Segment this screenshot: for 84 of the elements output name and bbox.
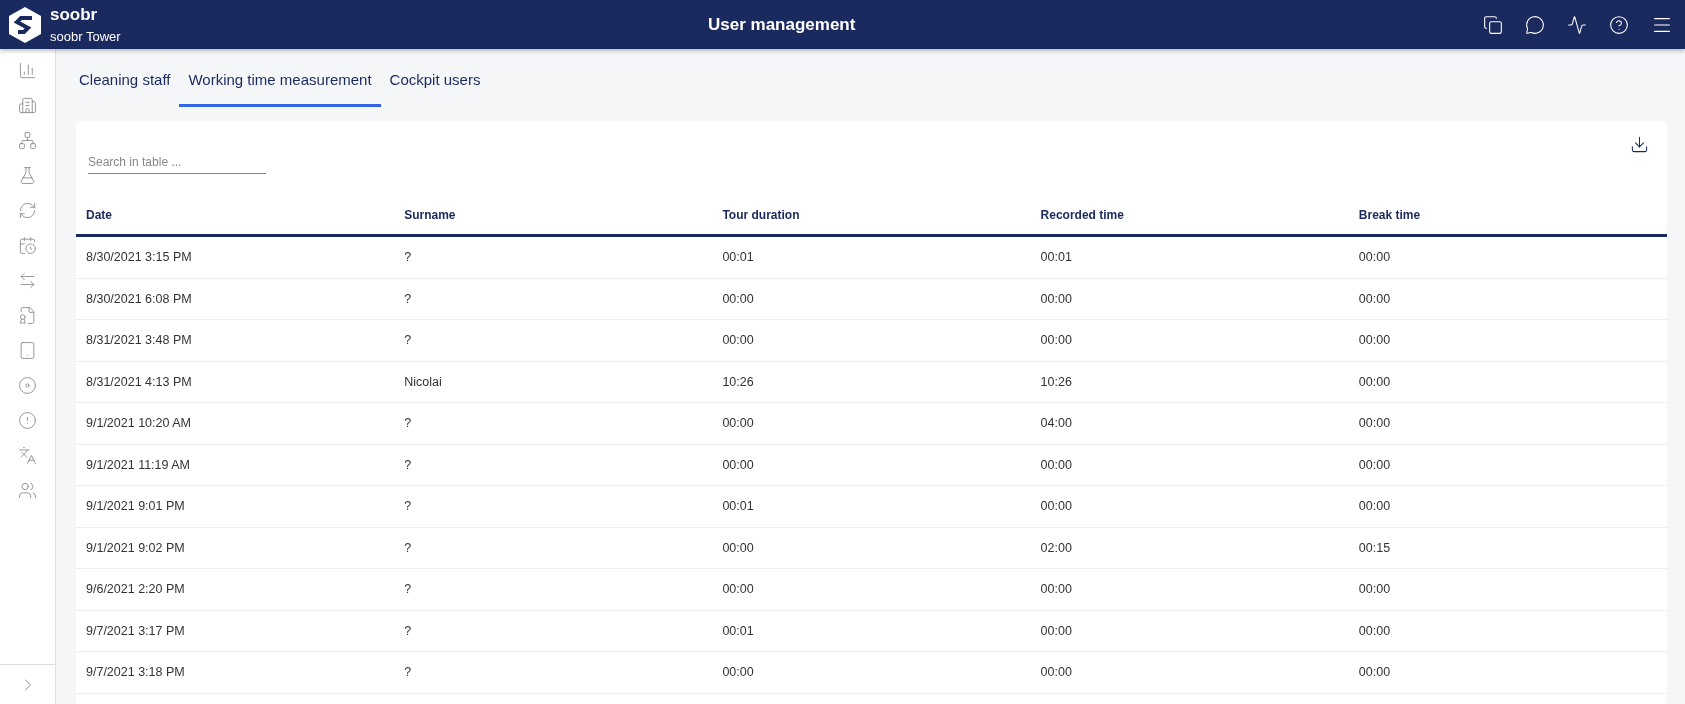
table-cell-text: 8/31/2021 3:48 PM: [85, 333, 193, 348]
table-cell-text: 00:00: [721, 333, 755, 348]
table-cell-text: 00:00: [721, 416, 755, 431]
table-cell-text: 9/1/2021 11:19 AM: [85, 457, 192, 472]
table-cell-text: 00:01: [1039, 250, 1073, 265]
table-cell-text: 00:00: [1357, 416, 1392, 431]
table-cell-text: 04:00: [1039, 416, 1073, 431]
logo-icon: [8, 5, 42, 44]
table-cell-text: 00:00: [721, 540, 755, 555]
cycle-icon[interactable]: [18, 201, 37, 220]
help-icon[interactable]: [1609, 14, 1629, 35]
tab[interactable]: Cockpit users: [380, 49, 490, 107]
table-cell-text: 00:00: [1039, 457, 1073, 472]
buildings-icon[interactable]: [18, 96, 37, 115]
building-name: soobr Tower: [50, 29, 121, 44]
table-cell-text: 00:00: [1357, 457, 1392, 472]
pulse-icon[interactable]: [1567, 14, 1587, 35]
table-cell-text: 00:01: [721, 499, 755, 514]
copy-icon[interactable]: [1483, 14, 1503, 35]
column-header: Tour duration: [721, 208, 801, 222]
table-cell-text: 10:26: [721, 374, 755, 389]
table-cell-text: 8/31/2021 4:13 PM: [85, 374, 193, 389]
column-header: Break time: [1357, 208, 1422, 222]
table-cell-text: 00:01: [721, 250, 755, 265]
table-cell-text: 00:00: [1039, 582, 1073, 597]
table-cell-text: ?: [403, 499, 413, 514]
table-cell-text: 9/7/2021 3:18 PM: [85, 665, 186, 680]
users-icon[interactable]: [18, 481, 37, 500]
table-cell-text: 8/30/2021 6:08 PM: [85, 291, 193, 306]
table-cell-text: 00:01: [721, 623, 755, 638]
table-cell-text: 00:00: [1039, 291, 1073, 306]
calendar-clock-icon[interactable]: [18, 236, 37, 255]
table-cell-text: ?: [403, 416, 413, 431]
table-cell-text: ?: [403, 623, 413, 638]
table-cell-text: 00:00: [1357, 582, 1392, 597]
table-cell-text: 00:00: [721, 457, 755, 472]
table-cell-text: ?: [403, 457, 413, 472]
table-cell-text: Nicolai: [403, 374, 443, 389]
document-badge-icon[interactable]: [18, 306, 37, 325]
table-cell-text: 9/1/2021 9:02 PM: [85, 540, 186, 555]
table-cell-text: 9/6/2021 2:20 PM: [85, 582, 186, 597]
hierarchy-icon[interactable]: [18, 131, 37, 150]
table-cell-text: 00:00: [1357, 499, 1392, 514]
page-title: User management: [708, 14, 857, 35]
table-cell-text: ?: [403, 582, 413, 597]
table-cell-text: 00:00: [1357, 291, 1392, 306]
table-cell-text: 02:00: [1039, 540, 1073, 555]
table-cell-text: ?: [403, 291, 413, 306]
flask-icon[interactable]: [18, 166, 37, 185]
disc-icon[interactable]: [18, 376, 37, 395]
table-cell-text: 00:00: [1357, 623, 1392, 638]
table-cell-text: 00:00: [1357, 374, 1392, 389]
bar-chart-icon[interactable]: [18, 61, 37, 80]
table-cell-text: 00:00: [1039, 623, 1073, 638]
table-cell-text: 00:00: [1039, 499, 1073, 514]
brand-name: soobr: [50, 5, 99, 25]
column-header: Surname: [403, 208, 457, 222]
table-cell-text: 00:00: [721, 582, 755, 597]
table-cell-text: 00:15: [1357, 540, 1392, 555]
table-cell-text: ?: [403, 250, 413, 265]
table-cell-text: ?: [403, 665, 413, 680]
table-cell-text: 9/7/2021 3:17 PM: [85, 623, 186, 638]
translate-icon[interactable]: [18, 446, 37, 465]
chat-icon[interactable]: [1525, 14, 1545, 35]
table-cell-text: ?: [403, 540, 413, 555]
table-cell-text: 00:00: [1039, 333, 1073, 348]
table-cell-text: 9/1/2021 9:01 PM: [85, 499, 186, 514]
table-cell-text: 00:00: [1357, 665, 1392, 680]
download-icon[interactable]: [1630, 135, 1649, 154]
tab[interactable]: Working time measurement: [179, 49, 381, 107]
tab[interactable]: Cleaning staff: [70, 49, 180, 107]
table-cell-text: 00:00: [1039, 665, 1073, 680]
column-header: Recorded time: [1039, 208, 1125, 222]
table-cell-text: 8/30/2021 3:15 PM: [85, 250, 193, 265]
table-cell-text: 9/1/2021 10:20 AM: [85, 416, 192, 431]
column-header: Date: [85, 208, 113, 222]
table-cell-text: 00:00: [721, 665, 755, 680]
table-cell-text: ?: [403, 333, 413, 348]
table-cell-text: 00:00: [1357, 333, 1392, 348]
tablet-icon[interactable]: [18, 341, 37, 360]
table-cell-text: 00:00: [1357, 250, 1392, 265]
table-cell-text: 00:00: [721, 291, 755, 306]
alert-icon[interactable]: [18, 411, 37, 430]
table-cell-text: 10:26: [1039, 374, 1073, 389]
